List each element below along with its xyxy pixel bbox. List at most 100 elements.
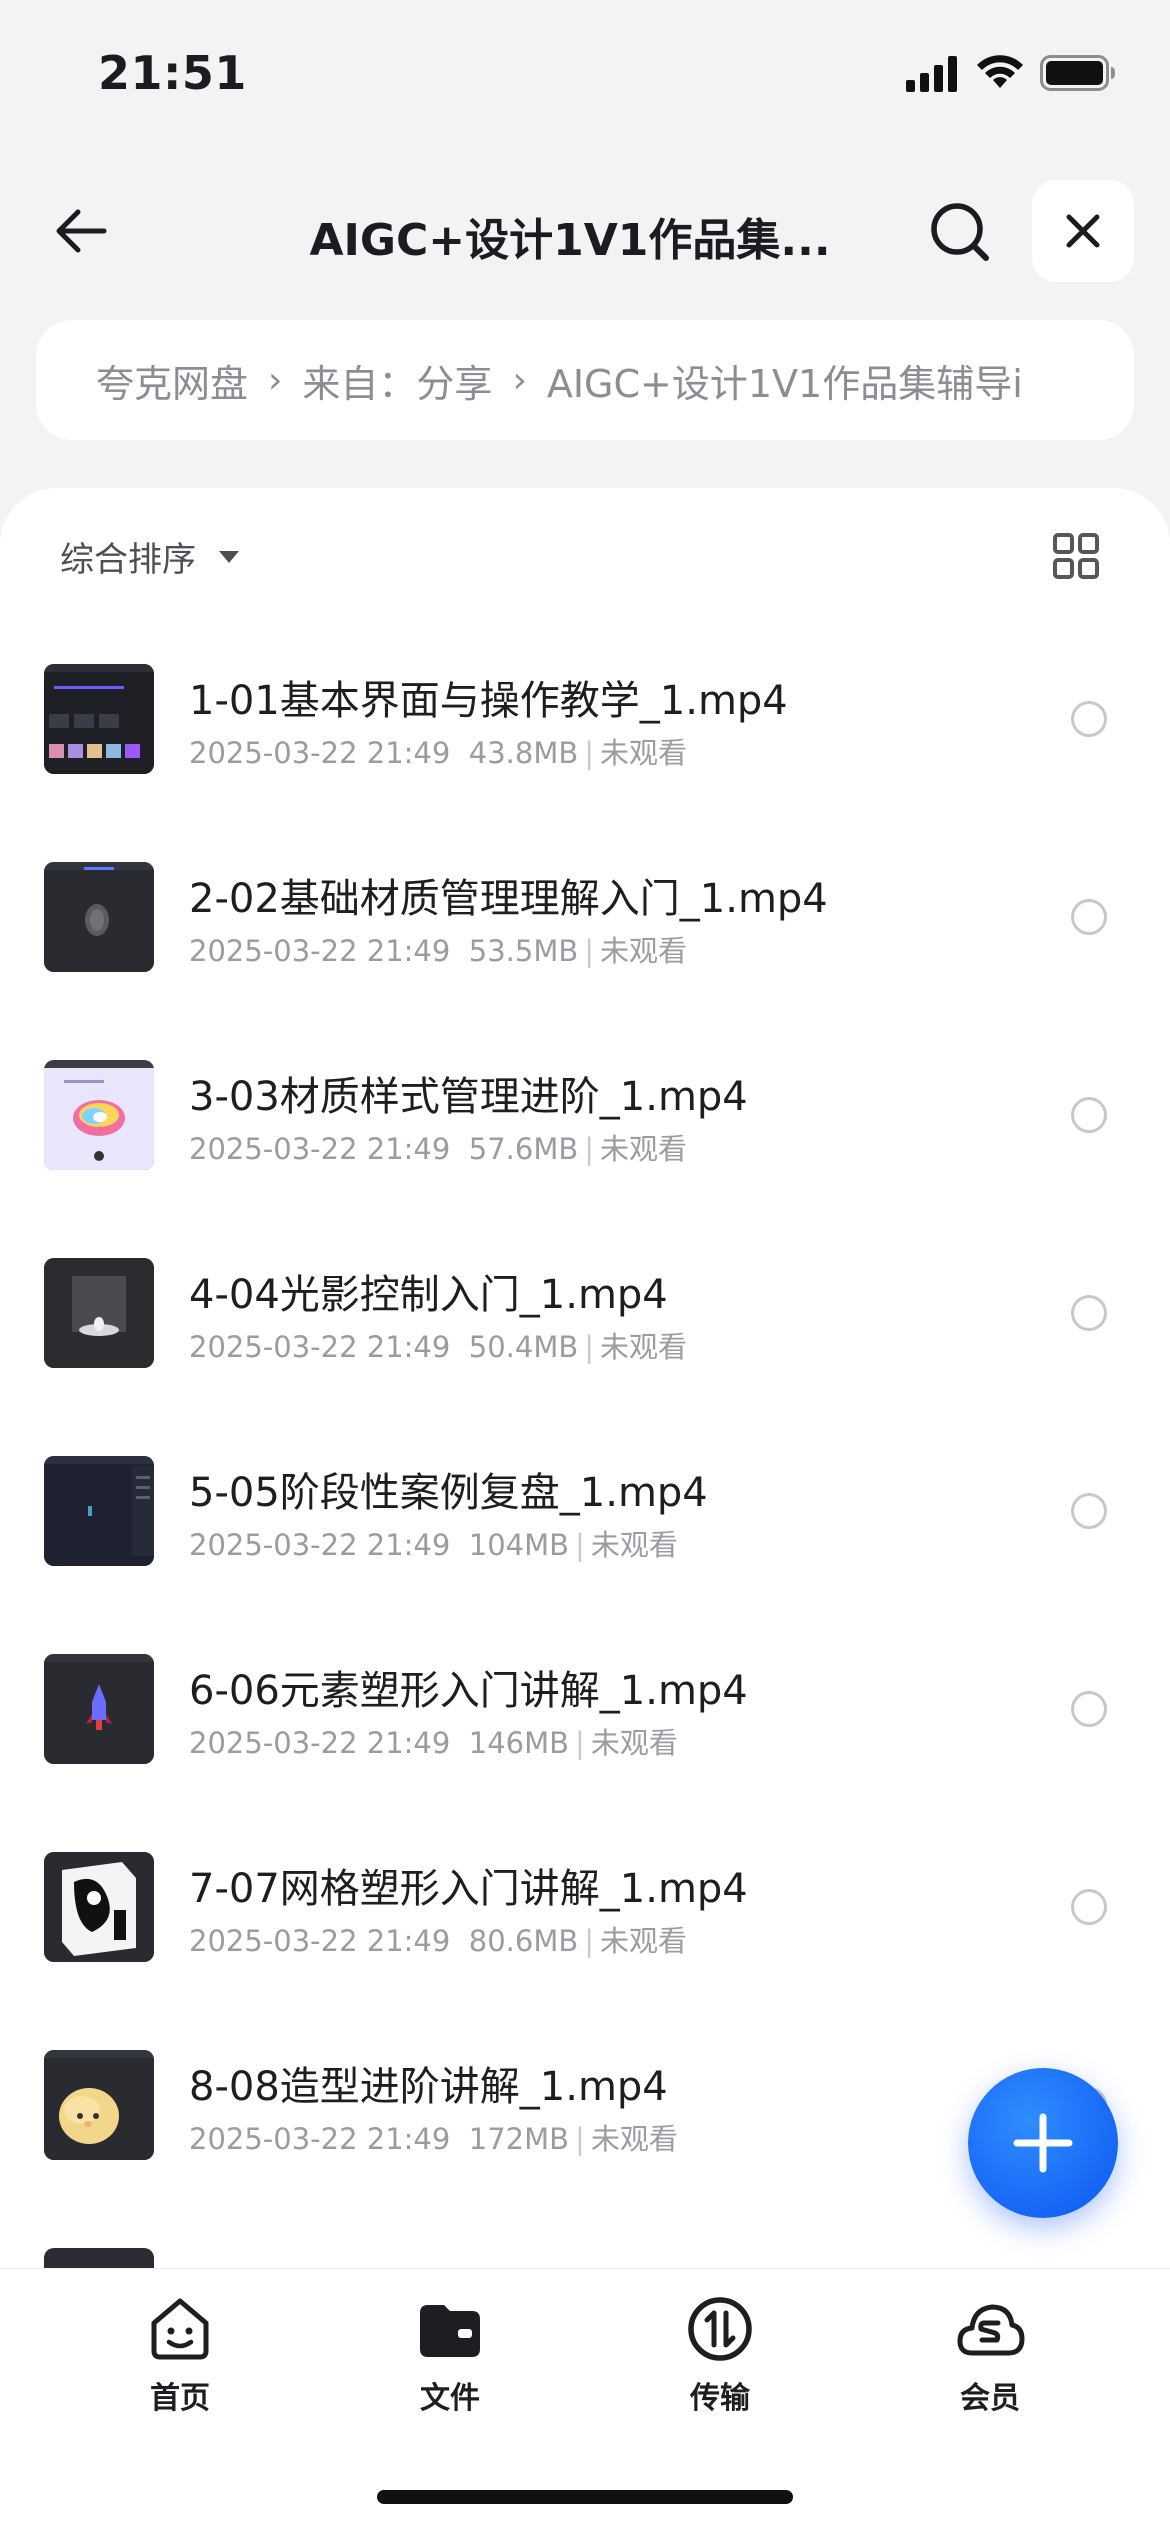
video-thumbnail [44,1654,154,1764]
file-meta: 2025-03-22 21:49 43.8MB | 未观看 [189,730,687,772]
video-thumbnail [44,862,154,972]
file-row[interactable]: 6-06元素塑形入门讲解_1.mp4 2025-03-22 21:49 146M… [0,1654,1170,1852]
file-date: 2025-03-22 21:49 [189,934,451,968]
vip-cloud-icon [957,2304,1025,2356]
meta-divider: | [584,1132,595,1166]
video-thumbnail [44,1456,154,1566]
file-meta: 2025-03-22 21:49 57.6MB | 未观看 [189,1126,687,1168]
tab-transfer[interactable]: 传输 [640,2293,800,2423]
file-row[interactable]: 1-01基本界面与操作教学_1.mp4 2025-03-22 21:49 43.… [0,664,1170,862]
tab-label: 文件 [420,2381,480,2416]
video-thumbnail [44,664,154,774]
plus-icon [1013,2113,1073,2173]
tab-label: 首页 [150,2381,210,2416]
file-size: 57.6MB [468,1132,579,1166]
tab-label: 传输 [690,2381,750,2416]
watch-status: 未观看 [590,1528,678,1562]
file-name: 8-08造型进阶讲解_1.mp4 [189,2064,668,2110]
folder-icon [420,2305,480,2357]
meta-divider: | [584,934,595,968]
search-icon[interactable] [926,198,996,268]
video-thumbnail [44,2050,154,2160]
file-name: 4-04光影控制入门_1.mp4 [189,1272,668,1318]
watch-status: 未观看 [600,1132,688,1166]
video-thumbnail [44,1060,154,1170]
file-name: 5-05阶段性案例复盘_1.mp4 [189,1470,708,1516]
add-button[interactable] [968,2068,1118,2218]
tab-label: 会员 [960,2381,1020,2416]
file-date: 2025-03-22 21:49 [189,1726,451,1760]
file-row[interactable]: 7-07网格塑形入门讲解_1.mp4 2025-03-22 21:49 80.6… [0,1852,1170,2050]
breadcrumb-fade [1064,320,1134,440]
file-name: 7-07网格塑形入门讲解_1.mp4 [189,1866,748,1912]
home-face-icon [151,2298,209,2360]
cellular-signal-icon [906,56,957,92]
file-size: 104MB [468,1528,570,1562]
breadcrumb-item-current[interactable]: AIGC+设计1V1作品集辅导i [547,353,1023,408]
transfer-icon [688,2297,752,2361]
file-row[interactable]: 4-04光影控制入门_1.mp4 2025-03-22 21:49 50.4MB… [0,1258,1170,1456]
file-name: 6-06元素塑形入门讲解_1.mp4 [189,1668,748,1714]
watch-status: 未观看 [600,1330,688,1364]
tab-vip[interactable]: 会员 [910,2293,1070,2423]
sort-label: 综合排序 [60,540,196,580]
select-checkbox[interactable] [1071,701,1107,737]
breadcrumb: 夸克网盘 › 来自：分享 › AIGC+设计1V1作品集辅导i [36,320,1134,440]
select-checkbox[interactable] [1071,1493,1107,1529]
file-row[interactable]: 3-03材质样式管理进阶_1.mp4 2025-03-22 21:49 57.6… [0,1060,1170,1258]
tab-files[interactable]: 文件 [370,2293,530,2423]
file-date: 2025-03-22 21:49 [189,1330,451,1364]
file-size: 80.6MB [468,1924,579,1958]
file-row[interactable]: 5-05阶段性案例复盘_1.mp4 2025-03-22 21:49 104MB… [0,1456,1170,1654]
back-arrow-icon[interactable] [48,198,114,264]
close-button[interactable] [1032,180,1134,282]
file-meta: 2025-03-22 21:49 50.4MB | 未观看 [189,1324,687,1366]
file-list-sheet: 综合排序 1-01基本界面与操作教学_1.mp4 2025-03-22 21:4… [0,488,1170,2268]
file-row[interactable]: 2-02基础材质管理理解入门_1.mp4 2025-03-22 21:49 53… [0,862,1170,1060]
meta-divider: | [575,2122,585,2156]
sort-dropdown[interactable]: 综合排序 [60,532,240,581]
breadcrumb-separator: › [268,359,283,401]
watch-status: 未观看 [600,736,688,770]
select-checkbox[interactable] [1071,1691,1107,1727]
file-size: 43.8MB [468,736,579,770]
tab-home[interactable]: 首页 [100,2293,260,2423]
file-date: 2025-03-22 21:49 [189,736,451,770]
meta-divider: | [575,1528,585,1562]
file-meta: 2025-03-22 21:49 53.5MB | 未观看 [189,928,687,970]
meta-divider: | [575,1726,585,1760]
select-checkbox[interactable] [1071,899,1107,935]
status-time: 21:51 [98,46,247,100]
file-size: 53.5MB [468,934,579,968]
meta-divider: | [584,1924,595,1958]
file-size: 50.4MB [468,1330,579,1364]
grid-view-icon[interactable] [1052,532,1100,580]
file-date: 2025-03-22 21:49 [189,1924,451,1958]
file-size: 172MB [468,2122,570,2156]
file-meta: 2025-03-22 21:49 80.6MB | 未观看 [189,1918,687,1960]
file-meta: 2025-03-22 21:49 146MB | 未观看 [189,1720,678,1762]
watch-status: 未观看 [590,1726,678,1760]
status-bar: 21:51 [0,0,1170,150]
select-checkbox[interactable] [1071,1097,1107,1133]
file-row-partial[interactable] [0,2248,1170,2268]
meta-divider: | [584,1330,595,1364]
close-icon [1066,214,1100,248]
meta-divider: | [584,736,595,770]
home-indicator [377,2490,793,2504]
page-title: AIGC+设计1V1作品集... [309,215,831,266]
select-checkbox[interactable] [1071,1889,1107,1925]
file-meta: 2025-03-22 21:49 172MB | 未观看 [189,2116,678,2158]
video-thumbnail [44,1258,154,1368]
file-name: 1-01基本界面与操作教学_1.mp4 [189,678,788,724]
file-name: 2-02基础材质管理理解入门_1.mp4 [189,876,828,922]
select-checkbox[interactable] [1071,1295,1107,1331]
video-thumbnail [44,1852,154,1962]
breadcrumb-item-share[interactable]: 来自：分享 [302,353,492,408]
caret-down-icon [219,550,239,563]
watch-status: 未观看 [600,934,688,968]
breadcrumb-item-root[interactable]: 夸克网盘 [96,353,248,408]
wifi-icon [977,55,1023,88]
battery-icon [1040,55,1115,91]
file-date: 2025-03-22 21:49 [189,2122,451,2156]
